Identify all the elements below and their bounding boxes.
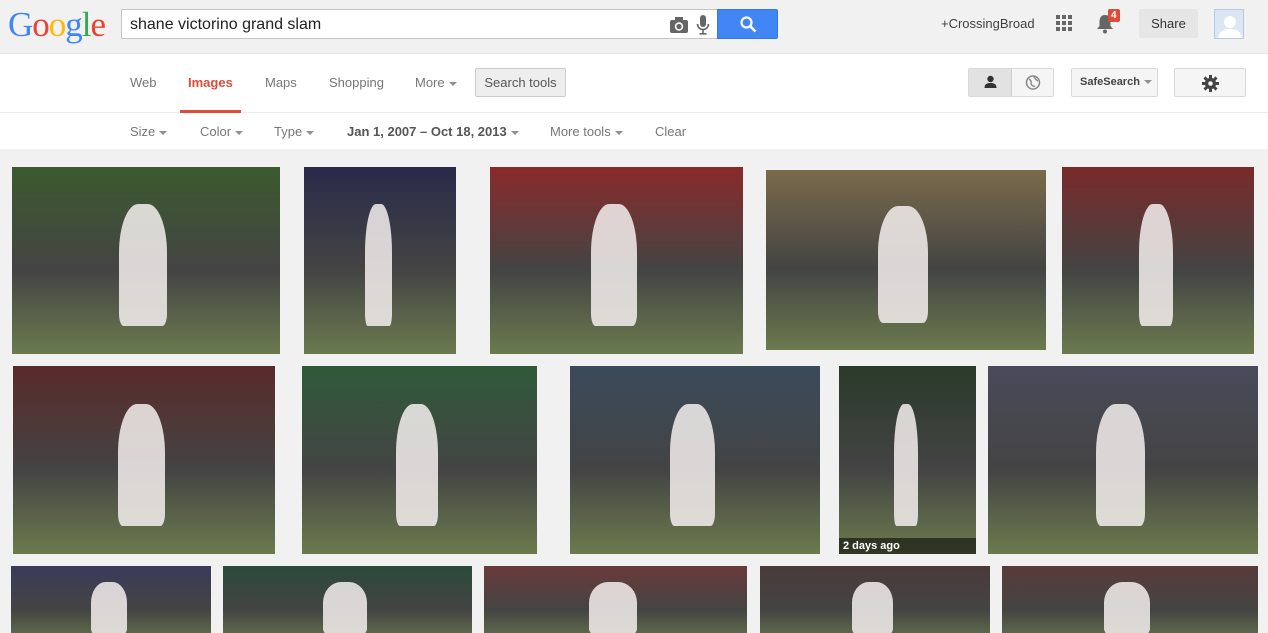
player-figure <box>117 403 165 526</box>
plus-profile-link[interactable]: +CrossingBroad <box>941 16 1035 31</box>
chevron-down-icon <box>235 130 244 135</box>
global-results-toggle[interactable] <box>1012 69 1054 96</box>
type-filter[interactable]: Type <box>274 124 315 139</box>
player-figure <box>119 204 168 326</box>
tab-more-label: More <box>415 75 445 90</box>
image-result-thumbnail[interactable] <box>11 566 211 633</box>
chevron-down-icon <box>306 130 315 135</box>
player-figure <box>91 582 127 633</box>
clear-filters-link[interactable]: Clear <box>655 124 686 139</box>
chevron-down-icon <box>1143 80 1152 85</box>
camera-icon[interactable] <box>669 16 689 34</box>
player-figure <box>852 582 894 633</box>
player-figure <box>396 403 439 526</box>
image-results-grid: 2 days ago <box>0 149 1268 633</box>
player-figure <box>1138 204 1174 326</box>
image-result-thumbnail[interactable] <box>766 170 1046 350</box>
size-filter-label: Size <box>130 124 156 139</box>
microphone-icon[interactable] <box>696 15 710 35</box>
search-input[interactable] <box>130 14 660 36</box>
magnifier-icon <box>740 16 757 33</box>
color-filter-label: Color <box>200 124 232 139</box>
logo-letter: o <box>32 5 49 44</box>
apps-grid-icon[interactable] <box>1056 15 1072 31</box>
tab-maps[interactable]: Maps <box>265 75 297 90</box>
chevron-down-icon <box>159 130 168 135</box>
results-filter-toggle <box>968 68 1054 97</box>
player-figure <box>878 206 929 323</box>
image-result-thumbnail[interactable] <box>1062 167 1254 354</box>
player-figure <box>1104 582 1151 633</box>
image-result-thumbnail[interactable]: 2 days ago <box>839 366 976 554</box>
image-result-thumbnail[interactable] <box>223 566 472 633</box>
image-result-thumbnail[interactable] <box>988 366 1258 554</box>
top-bar: Google +CrossingBroad 4 Share <box>0 0 1268 54</box>
player-figure <box>364 204 393 326</box>
avatar[interactable] <box>1214 9 1244 39</box>
notification-count-badge[interactable]: 4 <box>1108 9 1120 22</box>
image-age-caption: 2 days ago <box>839 538 976 554</box>
search-box <box>121 9 717 39</box>
logo-letter: o <box>48 5 66 44</box>
image-result-thumbnail[interactable] <box>1002 566 1258 633</box>
image-result-thumbnail[interactable] <box>304 167 456 354</box>
search-tools-bar: Size Color Type Jan 1, 2007 – Oct 18, 20… <box>0 113 1268 149</box>
date-range-label: Jan 1, 2007 – Oct 18, 2013 <box>347 124 507 139</box>
player-figure <box>591 204 637 326</box>
chevron-down-icon <box>510 130 519 135</box>
globe-icon <box>1025 75 1041 90</box>
player-figure <box>893 403 919 526</box>
person-icon <box>984 75 997 88</box>
player-figure <box>589 582 637 633</box>
settings-button[interactable] <box>1174 68 1246 97</box>
logo-letter: l <box>81 5 92 44</box>
more-tools-filter[interactable]: More tools <box>550 124 623 139</box>
player-figure <box>322 582 368 633</box>
color-filter[interactable]: Color <box>200 124 244 139</box>
tab-shopping[interactable]: Shopping <box>329 75 384 90</box>
search-tools-button[interactable]: Search tools <box>475 68 566 97</box>
personal-results-toggle[interactable] <box>969 69 1012 96</box>
image-result-thumbnail[interactable] <box>13 366 275 554</box>
search-button[interactable] <box>717 9 778 39</box>
image-result-thumbnail[interactable] <box>12 167 280 354</box>
safesearch-button[interactable]: SafeSearch <box>1071 68 1158 97</box>
chevron-down-icon <box>614 130 623 135</box>
image-result-thumbnail[interactable] <box>484 566 747 633</box>
date-range-filter[interactable]: Jan 1, 2007 – Oct 18, 2013 <box>347 124 519 139</box>
user-silhouette-icon <box>1218 16 1242 38</box>
image-result-thumbnail[interactable] <box>490 167 743 354</box>
image-result-thumbnail[interactable] <box>570 366 820 554</box>
more-tools-label: More tools <box>550 124 611 139</box>
tab-more[interactable]: More <box>415 75 457 90</box>
player-figure <box>1096 403 1145 526</box>
tab-web[interactable]: Web <box>130 75 157 90</box>
chevron-down-icon <box>448 81 457 86</box>
logo-letter: e <box>90 5 107 44</box>
share-button[interactable]: Share <box>1139 9 1198 38</box>
logo-letter: G <box>8 5 33 44</box>
tab-images[interactable]: Images <box>188 75 233 90</box>
logo-letter: g <box>65 5 82 44</box>
google-logo[interactable]: Google <box>8 5 107 45</box>
size-filter[interactable]: Size <box>130 124 168 139</box>
image-result-thumbnail[interactable] <box>760 566 990 633</box>
safesearch-label: SafeSearch <box>1080 76 1140 88</box>
player-figure <box>670 403 715 526</box>
gear-icon <box>1202 75 1219 92</box>
type-filter-label: Type <box>274 124 303 139</box>
nav-bar: Web Images Maps Shopping More Search too… <box>0 54 1268 113</box>
image-result-thumbnail[interactable] <box>302 366 537 554</box>
